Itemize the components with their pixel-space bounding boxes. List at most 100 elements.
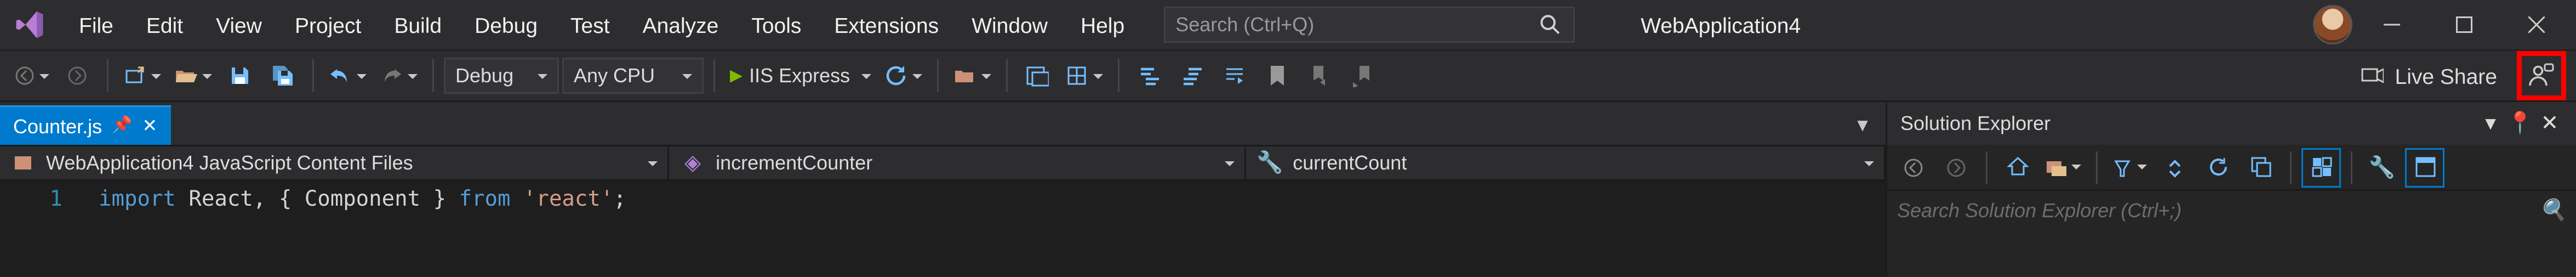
menu-file[interactable]: File <box>62 3 130 47</box>
browser-link-refresh-button[interactable] <box>879 56 927 95</box>
toggle-bookmark-button[interactable] <box>1258 56 1297 95</box>
redo-button[interactable] <box>375 56 422 95</box>
menu-analyze[interactable]: Analyze <box>626 3 735 47</box>
live-share-label: Live Share <box>2395 64 2497 88</box>
show-all-files-button[interactable] <box>1060 56 1108 95</box>
document-tab-counter-js[interactable]: Counter.js 📌 ✕ <box>0 105 170 145</box>
window-maximize-button[interactable] <box>2431 2 2497 48</box>
line-number-gutter: 1 <box>0 181 82 276</box>
toolbar-separator <box>432 59 434 92</box>
person-feedback-icon <box>2528 63 2555 89</box>
solution-explorer-titlebar[interactable]: Solution Explorer ▾ 📍 ✕ <box>1887 102 2576 145</box>
toolbar-separator <box>312 59 314 92</box>
open-file-button[interactable] <box>169 56 217 95</box>
toolbar-separator <box>1006 59 1008 92</box>
preview-selected-items-toggle[interactable] <box>2405 148 2444 187</box>
standard-toolbar: Debug Any CPU ▶ IIS Express Live Share <box>0 49 2576 102</box>
menu-extensions[interactable]: Extensions <box>818 3 955 47</box>
solution-filter-button[interactable] <box>2040 148 2086 187</box>
nav-backward-button[interactable] <box>10 56 54 95</box>
run-target-label: IIS Express <box>749 64 850 87</box>
close-tab-icon[interactable]: ✕ <box>142 115 157 137</box>
search-placeholder: Search (Ctrl+Q) <box>1175 13 1537 36</box>
nav-forward-button[interactable] <box>58 56 97 95</box>
collapse-all-button[interactable] <box>2241 148 2280 187</box>
toolbar-separator <box>1986 151 1987 184</box>
menu-tools[interactable]: Tools <box>735 3 818 47</box>
save-all-button[interactable] <box>263 56 302 95</box>
solution-explorer-toolbar: 🔧 <box>1887 145 2576 191</box>
active-files-dropdown[interactable]: ▾ <box>1849 112 1876 138</box>
search-icon: 🔍 <box>2540 197 2566 224</box>
menu-window[interactable]: Window <box>955 3 1064 47</box>
close-panel-icon[interactable]: ✕ <box>2537 110 2563 137</box>
menu-edit[interactable]: Edit <box>130 3 199 47</box>
toolbar-separator <box>2351 151 2352 184</box>
toolbar-separator <box>937 59 939 92</box>
window-minimize-button[interactable] <box>2359 2 2425 48</box>
nav-field-label: currentCount <box>1293 151 1407 174</box>
code-editor[interactable]: 1 import React, { Component } from 'reac… <box>0 181 1886 276</box>
method-icon: ◈ <box>679 150 706 176</box>
live-share-icon <box>2359 63 2385 89</box>
save-button[interactable] <box>220 56 260 95</box>
tab-filename: Counter.js <box>13 115 102 138</box>
auto-hide-pin-icon[interactable]: 📍 <box>2507 110 2533 137</box>
window-close-button[interactable] <box>2504 2 2569 48</box>
refresh-button[interactable] <box>2198 148 2237 187</box>
pending-changes-filter-button[interactable] <box>2107 148 2152 187</box>
solution-explorer-title-label: Solution Explorer <box>1900 112 2050 135</box>
start-debugging-button[interactable]: ▶ IIS Express <box>725 56 876 95</box>
quick-launch-search[interactable]: Search (Ctrl+Q) <box>1164 7 1575 43</box>
nav-field-dropdown[interactable]: 🔧 currentCount <box>1247 146 1886 179</box>
solution-title: WebApplication4 <box>1641 13 1801 37</box>
menu-project[interactable]: Project <box>278 3 378 47</box>
toolbar-separator <box>2290 151 2292 184</box>
navigation-bar: WebApplication4 JavaScript Content Files… <box>0 145 1886 181</box>
solution-explorer-panel: Solution Explorer ▾ 📍 ✕ <box>1886 102 2576 276</box>
nav-member-dropdown[interactable]: ◈ incrementCounter <box>670 146 1247 179</box>
uncomment-button[interactable] <box>1172 56 1212 95</box>
find-in-files-button[interactable] <box>1018 56 1057 95</box>
user-avatar[interactable] <box>2313 5 2352 44</box>
toolbar-separator <box>1118 59 1119 92</box>
next-bookmark-button[interactable] <box>1343 56 1383 95</box>
show-all-files-toggle[interactable] <box>2301 148 2341 187</box>
forward-button[interactable] <box>1937 148 1976 187</box>
feedback-highlighted-button[interactable] <box>2517 51 2566 100</box>
properties-button[interactable]: 🔧 <box>2362 148 2402 187</box>
nav-scope-label: WebApplication4 JavaScript Content Files <box>46 151 413 174</box>
document-tab-strip: Counter.js 📌 ✕ ▾ <box>0 102 1886 145</box>
browse-with-button[interactable] <box>949 56 996 95</box>
solution-explorer-search[interactable]: Search Solution Explorer (Ctrl+;) 🔍 <box>1887 191 2576 230</box>
toolbar-separator <box>2096 151 2098 184</box>
home-button[interactable] <box>1997 148 2037 187</box>
code-line-1: import React, { Component } from 'react'… <box>82 181 626 276</box>
toolbar-separator <box>107 59 108 92</box>
solution-explorer-search-placeholder: Search Solution Explorer (Ctrl+;) <box>1897 199 2181 222</box>
pin-icon[interactable]: 📌 <box>112 117 132 135</box>
play-icon: ▶ <box>730 67 742 85</box>
solution-platform-combo[interactable]: Any CPU <box>562 58 704 94</box>
menu-view[interactable]: View <box>199 3 278 47</box>
field-icon: 🔧 <box>1256 150 1283 176</box>
window-position-dropdown[interactable]: ▾ <box>2477 110 2504 137</box>
solution-configuration-combo[interactable]: Debug <box>444 58 559 94</box>
search-icon <box>1537 12 1563 38</box>
previous-bookmark-button[interactable] <box>1300 56 1340 95</box>
nav-member-label: incrementCounter <box>716 151 872 174</box>
toolbar-separator <box>713 59 715 92</box>
menu-debug[interactable]: Debug <box>458 3 554 47</box>
sync-active-document-button[interactable] <box>2155 148 2195 187</box>
new-project-button[interactable] <box>118 56 166 95</box>
undo-button[interactable] <box>324 56 372 95</box>
menu-help[interactable]: Help <box>1064 3 1141 47</box>
menu-bar: File Edit View Project Build Debug Test … <box>0 0 2576 49</box>
menu-test[interactable]: Test <box>554 3 626 47</box>
menu-build[interactable]: Build <box>378 3 458 47</box>
back-button[interactable] <box>1894 148 1933 187</box>
format-document-button[interactable] <box>1215 56 1254 95</box>
comment-out-button[interactable] <box>1129 56 1169 95</box>
live-share-button[interactable]: Live Share <box>2349 63 2507 89</box>
nav-scope-dropdown[interactable]: WebApplication4 JavaScript Content Files <box>0 146 670 179</box>
